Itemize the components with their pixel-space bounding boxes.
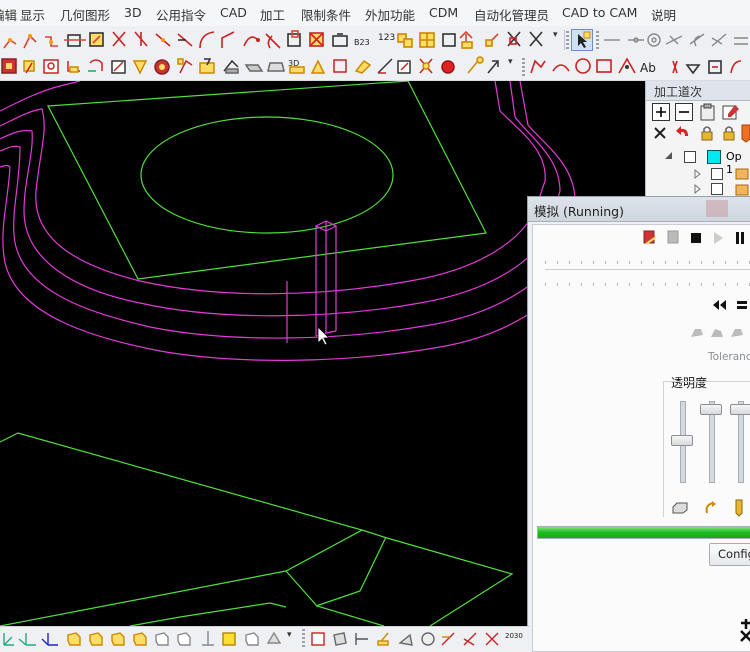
- toolbar-3d-label: 3D: [288, 59, 299, 68]
- snap-toolbar-icons: [604, 33, 748, 47]
- select-mode-button[interactable]: [571, 29, 593, 51]
- transparency-thumb-2[interactable]: [700, 404, 722, 416]
- stock-outline-center: [361, 529, 514, 626]
- text-tool-label: Ab: [640, 61, 656, 75]
- step-to-disabled-icon[interactable]: [665, 229, 683, 247]
- operations-panel-title: 加工道次: [654, 85, 703, 99]
- step-icon[interactable]: [735, 299, 749, 311]
- simulation-body: Tolerance 透明度 Config: [532, 224, 750, 652]
- pause-icon[interactable]: [733, 231, 747, 245]
- view-2030-label: 2030: [505, 632, 523, 640]
- close-button-ghost[interactable]: [706, 200, 728, 217]
- window-edge-glyph: [740, 619, 750, 642]
- tolerance-label: Tolerance: [708, 351, 750, 363]
- solid-toolbar-icons: 2030: [311, 632, 523, 646]
- menu-help[interactable]: 说明: [651, 5, 676, 24]
- config-button[interactable]: Config: [709, 543, 750, 566]
- simulation-progress-fill: [538, 527, 750, 538]
- menu-utilities[interactable]: 公用指令: [156, 5, 206, 24]
- menu-cad[interactable]: CAD: [220, 5, 247, 20]
- toolbar-overflow-arrow[interactable]: ▾: [553, 30, 561, 50]
- machining-toolbar-icons: 3D: [1, 56, 499, 75]
- menu-automation-manager[interactable]: 自动化管理员: [474, 5, 549, 24]
- menu-cdm[interactable]: CDM: [429, 5, 458, 20]
- child2-checkbox[interactable]: [711, 183, 723, 195]
- expand-tree-icon[interactable]: [664, 151, 674, 161]
- view-toolbar: ▾ 2030: [0, 626, 530, 650]
- square-outline: [47, 81, 487, 280]
- op-checkbox[interactable]: [684, 151, 696, 163]
- simulation-title: 模拟 (Running): [534, 204, 624, 219]
- stock-outline-bottom: [129, 602, 287, 626]
- menu-bar: 编辑 显示 几何图形 3D 公用指令 CAD 加工 限制条件 外加功能 CDM …: [0, 0, 750, 26]
- drawing-toolbar-icons: Ab: [530, 57, 742, 75]
- cursor-select-icon: [578, 31, 591, 48]
- tool-icon[interactable]: [740, 123, 750, 143]
- toolbar-123-label: 123: [378, 33, 395, 43]
- tool-transparency-icon: [735, 499, 743, 517]
- stock-outline-left: [0, 432, 364, 626]
- stop-icon[interactable]: [689, 231, 703, 245]
- machining-toolbar: 3D ▾ Ab: [0, 53, 750, 81]
- lock-secondary-icon[interactable]: [720, 124, 738, 142]
- menu-3d[interactable]: 3D: [124, 5, 142, 20]
- transparency-label: 透明度: [671, 376, 708, 390]
- transparency-thumb-3[interactable]: [730, 404, 750, 416]
- operations-panel: 加工道次 Op 1: [645, 81, 750, 196]
- menu-view[interactable]: 显示: [20, 5, 45, 24]
- mouse-cursor-icon: [317, 326, 330, 346]
- child-checkbox[interactable]: [711, 168, 723, 180]
- part-geometry: [0, 81, 514, 626]
- tool-parameters-icon: [735, 168, 749, 180]
- plus-icon: [656, 107, 666, 117]
- menu-geometry[interactable]: 几何图形: [60, 5, 110, 24]
- expand-child-icon[interactable]: [694, 169, 702, 179]
- minus-icon: [679, 111, 689, 113]
- rewind-icon[interactable]: [711, 299, 727, 311]
- toolbar-b23-label: B23: [354, 38, 370, 47]
- stock-transparency-icon: [672, 502, 688, 514]
- speed-slider-track[interactable]: [545, 269, 750, 270]
- menu-edit[interactable]: 编辑: [0, 5, 17, 24]
- edit-operation-icon[interactable]: [721, 103, 741, 121]
- menu-addins[interactable]: 外加功能: [365, 5, 415, 24]
- simulation-progress-bar: [537, 526, 750, 539]
- circle-pocket: [140, 116, 394, 234]
- delete-icon[interactable]: [652, 125, 668, 141]
- view-toolbar-icons: [3, 631, 282, 646]
- menu-machining[interactable]: 加工: [260, 5, 285, 24]
- transparency-thumb-1[interactable]: [671, 435, 693, 447]
- toolpath-transparency-icon: [705, 501, 716, 514]
- expand-child2-icon[interactable]: [694, 184, 702, 194]
- stock-outline-lower: [285, 570, 385, 626]
- menu-constraints[interactable]: 限制条件: [301, 5, 351, 24]
- geometry-toolbar-icons: 123 B23: [3, 30, 543, 49]
- step-to-icon[interactable]: [641, 229, 659, 247]
- simulation-titlebar[interactable]: 模拟 (Running): [528, 197, 750, 222]
- geometry-toolbar: 123 B23 ▾: [0, 26, 750, 54]
- toolbar2-overflow-arrow[interactable]: ▾: [508, 57, 516, 67]
- play-icon[interactable]: [711, 231, 725, 245]
- display-options-icons[interactable]: [689, 325, 750, 341]
- simulation-window: 模拟 (Running) Tolerance 透明度 Conf: [527, 196, 750, 652]
- op-color-swatch: [707, 150, 721, 164]
- add-operation-button[interactable]: [652, 103, 670, 121]
- undo-icon[interactable]: [674, 124, 692, 142]
- menu-cad-to-cam[interactable]: CAD to CAM: [562, 5, 637, 20]
- clipboard-icon[interactable]: [698, 103, 718, 121]
- stock-edge: [315, 536, 387, 607]
- geometry-icon: [735, 184, 749, 196]
- view-toolbar-overflow-arrow[interactable]: ▾: [287, 630, 295, 640]
- remove-operation-button[interactable]: [675, 103, 693, 121]
- toolpath: [0, 81, 576, 361]
- lock-icon[interactable]: [698, 124, 716, 142]
